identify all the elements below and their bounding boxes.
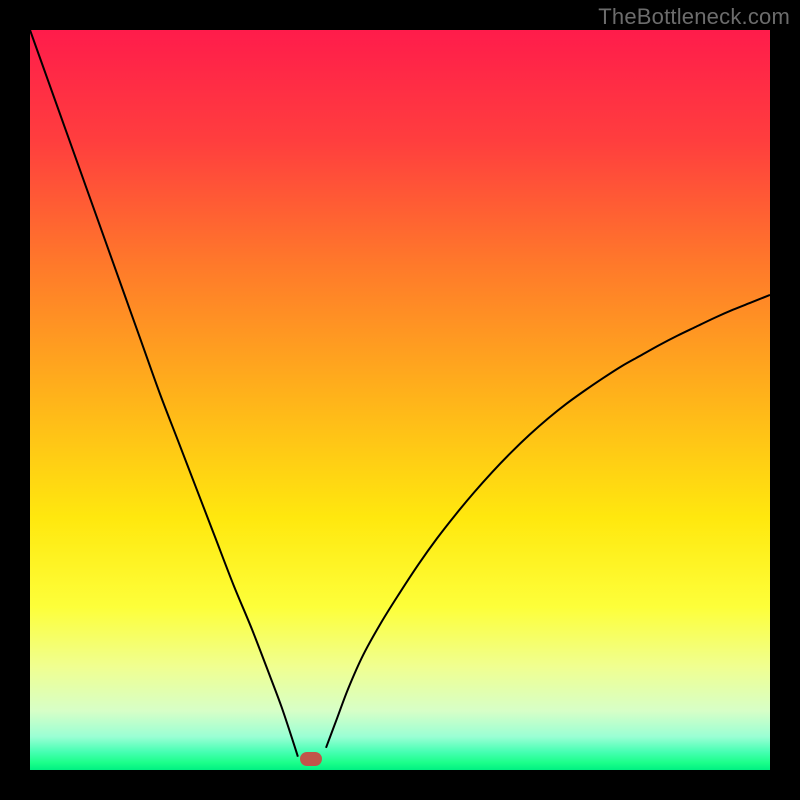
right-branch-curve: [326, 295, 770, 748]
chart-frame: TheBottleneck.com: [0, 0, 800, 800]
bottleneck-marker-icon: [300, 752, 322, 766]
curve-layer: [30, 30, 770, 770]
watermark-label: TheBottleneck.com: [598, 4, 790, 30]
left-branch-curve: [30, 30, 298, 757]
plot-area: [30, 30, 770, 770]
